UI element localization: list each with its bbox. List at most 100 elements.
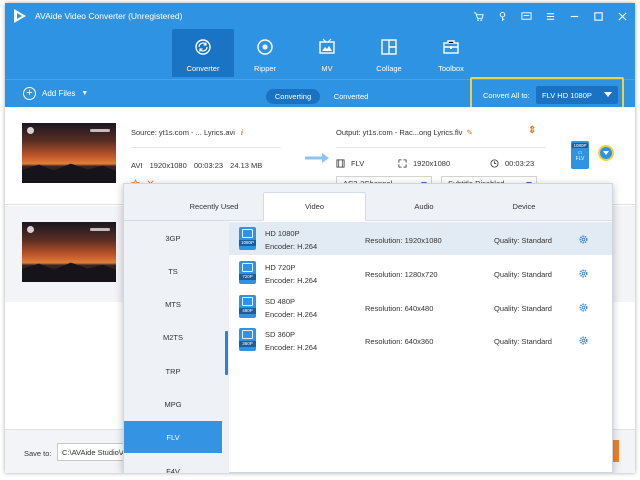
menu-icon[interactable] bbox=[543, 9, 557, 23]
ripper-icon bbox=[257, 39, 273, 55]
preset-quality: Quality: Standard bbox=[494, 337, 552, 346]
gear-icon[interactable] bbox=[578, 335, 589, 346]
output-duration-item: 00:03:23 bbox=[490, 159, 534, 168]
source-size: 24.13 MB bbox=[230, 161, 263, 170]
add-files-label: Add Files bbox=[42, 89, 76, 98]
preset-encoder: Encoder: H.264 bbox=[265, 310, 318, 319]
preset-quality: Quality: Standard bbox=[494, 236, 552, 245]
badge-format: FLV bbox=[575, 156, 585, 162]
preset-name: SD 360P bbox=[265, 330, 296, 339]
caret-down-icon: ▼ bbox=[81, 90, 89, 97]
format-item-f4v[interactable]: F4V bbox=[124, 455, 222, 474]
video-preset-icon: 480P bbox=[239, 295, 256, 318]
video-thumbnail[interactable] bbox=[22, 222, 116, 282]
preset-row[interactable]: 720P HD 720P Encoder: H.264 Resolution: … bbox=[229, 256, 612, 289]
source-duration: 00:03:23 bbox=[193, 161, 224, 170]
tab-collage[interactable]: Collage bbox=[358, 29, 420, 77]
main-nav: Converter Ripper MV Collage Toolbox bbox=[172, 29, 482, 77]
collage-icon bbox=[381, 39, 397, 55]
source-file: Source: yt1s.com - ... Lyrics.avi i bbox=[131, 128, 243, 137]
tab-converter[interactable]: Converter bbox=[172, 29, 234, 77]
format-item-3gp[interactable]: 3GP bbox=[124, 222, 222, 254]
badge-tag: 1080P bbox=[572, 143, 588, 148]
save-path-field[interactable]: C:\AVAide Studio\AVA bbox=[57, 443, 127, 461]
tab-audio[interactable]: Audio bbox=[374, 192, 474, 221]
minimize-icon[interactable] bbox=[567, 9, 581, 23]
preset-row[interactable]: 480P SD 480P Encoder: H.264 Resolution: … bbox=[229, 290, 612, 323]
app-title: AVAide Video Converter (Unregistered) bbox=[35, 11, 183, 21]
maximize-icon[interactable] bbox=[591, 9, 605, 23]
convert-all-select[interactable]: FLV HD 1080P bbox=[536, 86, 618, 104]
tab-converted[interactable]: Converted bbox=[331, 89, 371, 104]
preset-name: HD 1080P bbox=[265, 229, 300, 238]
tab-converting[interactable]: Converting bbox=[266, 89, 320, 104]
format-item-mpg[interactable]: MPG bbox=[124, 388, 222, 420]
format-dropdown-button[interactable] bbox=[598, 145, 614, 161]
watermark-logo-icon bbox=[27, 127, 34, 134]
title-bar: AVAide Video Converter (Unregistered) bbox=[5, 3, 635, 29]
tab-device[interactable]: Device bbox=[474, 192, 574, 221]
gear-icon[interactable] bbox=[578, 268, 589, 279]
source-meta: AVI 1920x1080 00:03:23 24.13 MB bbox=[131, 161, 267, 170]
window-controls bbox=[471, 9, 629, 23]
convert-all-group: Convert All to: FLV HD 1080P bbox=[470, 77, 624, 111]
format-item-ts[interactable]: TS bbox=[124, 255, 222, 287]
split-icon[interactable]: ⇕ bbox=[528, 125, 536, 136]
cart-icon[interactable] bbox=[471, 9, 485, 23]
output-duration: 00:03:23 bbox=[505, 159, 535, 168]
format-list-scrollbar[interactable] bbox=[225, 331, 228, 375]
plus-icon: + bbox=[23, 87, 36, 100]
video-thumbnail[interactable] bbox=[22, 123, 116, 183]
output-resolution: 1920x1080 bbox=[413, 159, 451, 168]
output-file: Output: yt1s.com - Rac...ong Lyrics.flv ✎ bbox=[336, 128, 473, 137]
toolbox-icon bbox=[443, 40, 459, 54]
tab-toolbox[interactable]: Toolbox bbox=[420, 29, 482, 77]
watermark-text-mark bbox=[90, 228, 110, 231]
preset-resolution: Resolution: 640x360 bbox=[365, 337, 434, 346]
preset-encoder: Encoder: H.264 bbox=[265, 242, 318, 251]
preset-encoder: Encoder: H.264 bbox=[265, 276, 318, 285]
preset-tag: 720P bbox=[239, 274, 256, 280]
tab-mv-label: MV bbox=[321, 64, 333, 73]
preset-row[interactable]: 1080P HD 1080P Encoder: H.264 Resolution… bbox=[229, 222, 612, 255]
tab-recently-used[interactable]: Recently Used bbox=[154, 192, 274, 221]
film-icon bbox=[336, 159, 345, 168]
converter-icon bbox=[195, 39, 211, 55]
format-item-mts[interactable]: MTS bbox=[124, 288, 222, 320]
tab-toolbox-label: Toolbox bbox=[438, 64, 464, 73]
output-format: FLV bbox=[351, 159, 365, 168]
info-icon[interactable]: i bbox=[241, 128, 243, 137]
sub-toolbar: + Add Files ▼ Converting Converted Conve… bbox=[5, 77, 635, 111]
watermark-text-mark bbox=[90, 129, 110, 132]
close-icon[interactable] bbox=[615, 9, 629, 23]
tab-ripper[interactable]: Ripper bbox=[234, 29, 296, 77]
format-item-flv[interactable]: FLV bbox=[124, 421, 222, 453]
gear-icon[interactable] bbox=[578, 234, 589, 245]
edit-name-icon[interactable]: ✎ bbox=[466, 128, 472, 137]
chat-icon[interactable] bbox=[519, 9, 533, 23]
format-list: 3GP TS MTS M2TS TRP MPG FLV F4V bbox=[124, 221, 229, 473]
output-format-badge[interactable]: 1080P ▭ FLV bbox=[571, 141, 589, 169]
preset-encoder: Encoder: H.264 bbox=[265, 343, 318, 352]
format-item-trp[interactable]: TRP bbox=[124, 355, 222, 387]
dropdown-arrow-icon bbox=[604, 92, 612, 97]
output-resolution-item: 1920x1080 bbox=[398, 159, 490, 168]
tab-mv[interactable]: MV bbox=[296, 29, 358, 77]
output-format-item: FLV bbox=[336, 159, 398, 168]
divider bbox=[336, 147, 546, 148]
output-name: Output: yt1s.com - Rac...ong Lyrics.flv bbox=[336, 128, 463, 137]
key-icon[interactable] bbox=[495, 9, 509, 23]
format-item-m2ts[interactable]: M2TS bbox=[124, 321, 222, 353]
resize-icon bbox=[398, 159, 407, 168]
gear-icon[interactable] bbox=[578, 302, 589, 313]
dropdown-arrow-icon bbox=[603, 151, 609, 155]
app-window: AVAide Video Converter (Unregistered) Co… bbox=[5, 3, 635, 473]
preset-row[interactable]: 360P SD 360P Encoder: H.264 Resolution: … bbox=[229, 323, 612, 356]
preset-resolution: Resolution: 640x480 bbox=[365, 304, 434, 313]
convert-all-label: Convert All to: bbox=[483, 91, 530, 100]
tab-video[interactable]: Video bbox=[263, 192, 366, 221]
preset-name: HD 720P bbox=[265, 263, 296, 272]
convert-arrow-icon bbox=[305, 153, 329, 163]
preset-resolution: Resolution: 1920x1080 bbox=[365, 236, 442, 245]
add-files-button[interactable]: + Add Files ▼ bbox=[23, 87, 88, 100]
